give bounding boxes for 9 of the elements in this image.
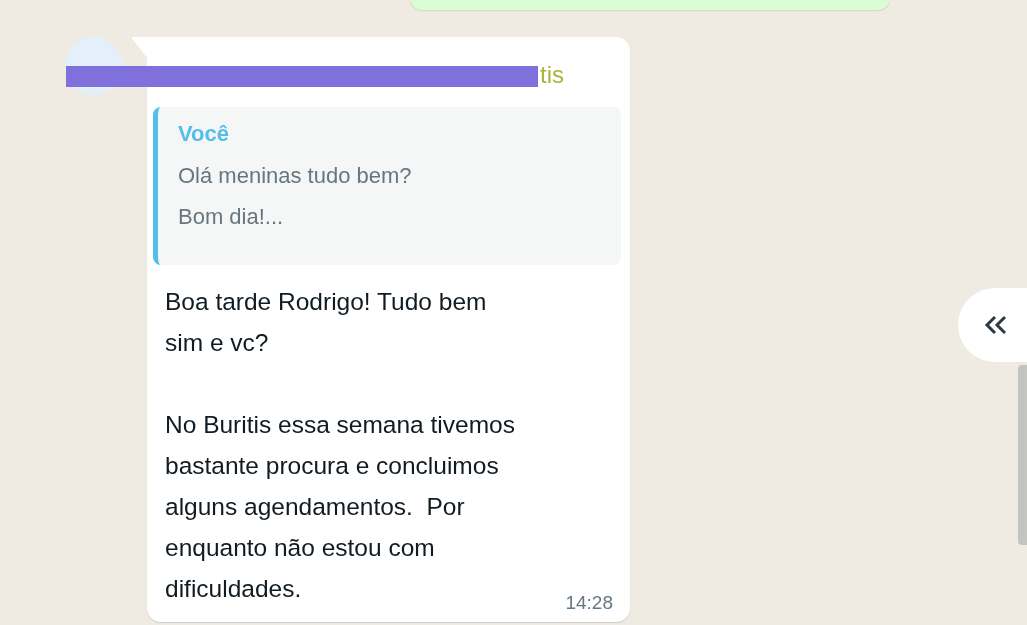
sender-name: tis xyxy=(540,61,564,89)
quote-author: Você xyxy=(178,121,229,147)
expand-button[interactable] xyxy=(958,288,1027,362)
quoted-message[interactable]: Você Olá meninas tudo bem? Bom dia!... xyxy=(153,107,621,265)
message-time: 14:28 xyxy=(565,592,613,614)
scrollbar[interactable] xyxy=(1018,365,1027,545)
double-chevron-icon xyxy=(984,315,1008,335)
message-text: Boa tarde Rodrigo! Tudo bem sim e vc? No Buritis essa semana tivemos bastante procura e concluimos alguns agendamentos. Por enquanto não estou com dificuldades. xyxy=(165,287,515,604)
quote-text: Olá meninas tudo bem? Bom dia!... xyxy=(178,162,413,231)
